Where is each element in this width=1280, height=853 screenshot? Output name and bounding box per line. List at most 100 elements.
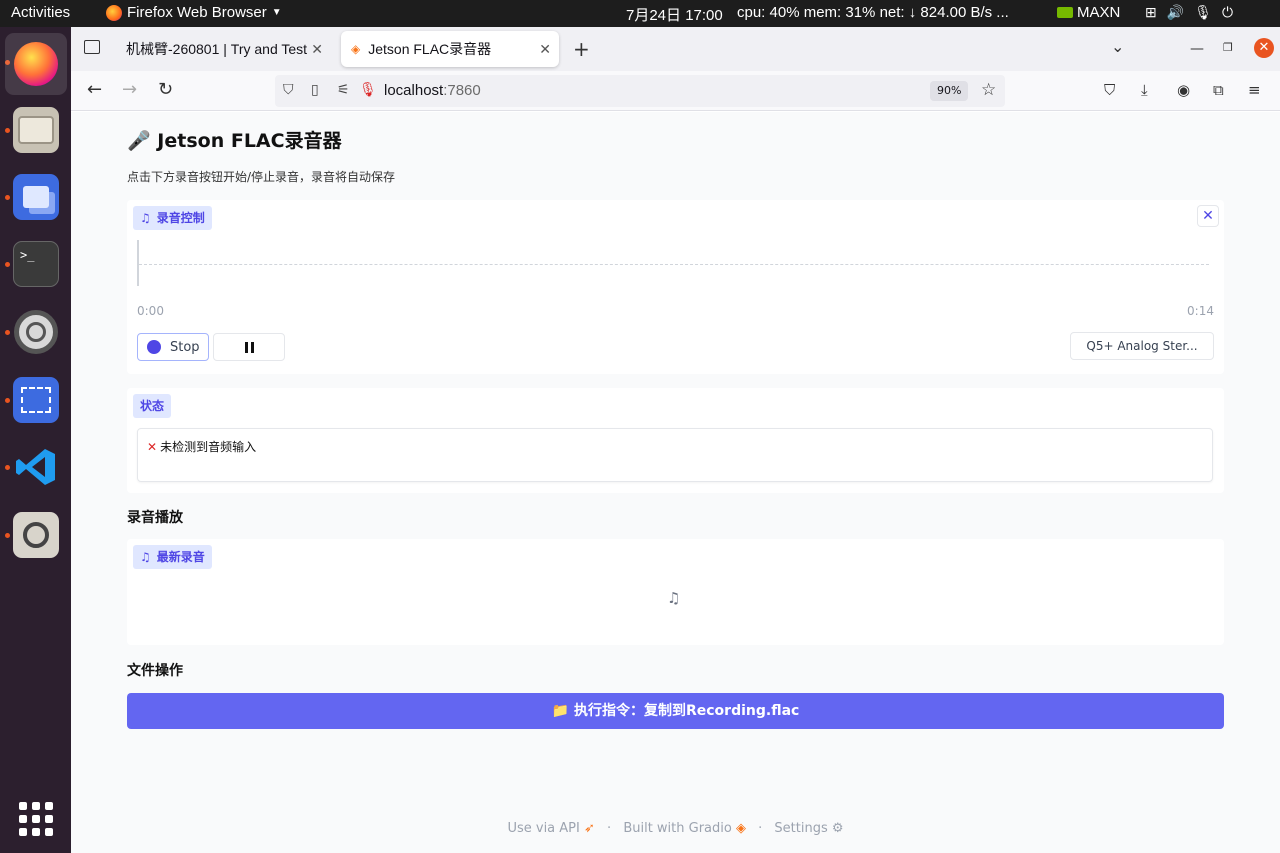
workspace-launcher[interactable] [13, 174, 59, 220]
playback-block: ♫ 最新录音 ♫ [127, 539, 1224, 645]
app-menu-label: Firefox Web Browser [127, 4, 267, 21]
app-menu[interactable]: Firefox Web Browser ▼ [106, 4, 282, 21]
zoom-indicator[interactable]: 90% [930, 81, 969, 101]
footer-dot: · [758, 821, 763, 836]
recorder-label-text: 录音控制 [156, 211, 205, 225]
recorder-block: ♫ 录音控制 ✕ 0:00 0:14 Stop Q5+ Analog Ster..… [127, 200, 1224, 374]
system-tray[interactable]: ⊞🔊🎙⏻ [1145, 4, 1243, 21]
input-device-select[interactable]: Q5+ Analog Ster... [1070, 332, 1214, 360]
browser-nav-bar: ← → ↻ ⛉ ▯ ⚟ 🎙 localhost:7860 90% ☆ ⛉ ⤓ ◉… [71, 71, 1280, 111]
gradio-logo-icon: ◈ [735, 821, 746, 836]
system-top-bar: Activities Firefox Web Browser ▼ 7月24日 1… [0, 0, 1280, 27]
terminal-icon: >_ [20, 248, 35, 262]
stop-label: Stop [170, 339, 200, 355]
download-icon[interactable]: ⤓ [1141, 81, 1148, 99]
close-icon[interactable]: ✕ [539, 41, 551, 58]
url-bar[interactable]: ⛉ ▯ ⚟ 🎙 localhost:7860 90% ☆ [275, 75, 1005, 107]
power-mode-label: MAXN [1077, 4, 1121, 21]
window-close-button[interactable]: ✕ [1254, 38, 1274, 58]
browser-tab-bar: 机械臂-260801 | Try and Test ✕ ◈ Jetson FLA… [71, 27, 1280, 71]
tab-title: 机械臂-260801 | Try and Test [126, 41, 308, 57]
gear-icon [14, 310, 58, 354]
power-mode-indicator[interactable]: MAXN [1057, 4, 1120, 21]
pause-record-button[interactable] [213, 333, 285, 361]
vscode-launcher[interactable] [13, 444, 59, 490]
microphone-in-use-icon[interactable]: 🎙 [359, 82, 377, 98]
firefox-icon [14, 42, 58, 86]
running-indicator [5, 195, 10, 200]
gradio-page: 🎤 Jetson FLAC录音器 点击下方录音按钮开始/停止录音，录音将自动保存… [71, 112, 1280, 853]
music-note-icon: ♫ [140, 211, 151, 225]
menu-icon[interactable]: ≡ [1248, 81, 1261, 99]
maximize-button[interactable]: ❐ [1223, 41, 1233, 54]
new-tab-button[interactable]: + [573, 37, 590, 61]
page-title-text: Jetson FLAC录音器 [157, 130, 342, 152]
settings-launcher[interactable] [13, 309, 59, 355]
url-host: localhost [384, 82, 444, 99]
url-text[interactable]: localhost:7860 [384, 82, 481, 99]
files-launcher[interactable] [13, 107, 59, 153]
waveform[interactable] [139, 264, 1209, 265]
playback-label: ♫ 最新录音 [133, 545, 212, 569]
tab-overflow-chevron-icon[interactable]: ⌄ [1111, 37, 1124, 56]
footer-dot: · [607, 821, 612, 836]
show-apps-button[interactable] [19, 802, 53, 836]
stop-record-button[interactable]: Stop [137, 333, 209, 361]
terminal-launcher[interactable]: >_ [13, 241, 59, 287]
running-indicator [5, 262, 10, 267]
page-description: 点击下方录音按钮开始/停止录音，录音将自动保存 [127, 170, 396, 184]
running-indicator [5, 330, 10, 335]
settings-label: Settings [774, 821, 828, 836]
account-icon[interactable]: ◉ [1177, 81, 1190, 99]
tab-title: Jetson FLAC录音器 [368, 41, 492, 57]
extensions-icon[interactable]: ⧉ [1213, 81, 1224, 99]
error-cross-icon: ✕ [147, 440, 158, 454]
back-button[interactable]: ← [87, 80, 102, 100]
clear-recording-button[interactable]: ✕ [1198, 206, 1218, 226]
clock[interactable]: 7月24日 17:00 [626, 4, 723, 25]
microphone-emoji-icon: 🎤 [127, 130, 151, 152]
folder-icon: 📁 [551, 703, 570, 719]
time-start: 0:00 [137, 304, 164, 318]
folder-icon [18, 116, 54, 144]
page-icon[interactable]: ▯ [311, 82, 319, 98]
activities-button[interactable]: Activities [11, 4, 70, 21]
tab-robot-arm[interactable]: 机械臂-260801 | Try and Test ✕ [116, 31, 331, 67]
power-icon: ⏻ [1221, 4, 1244, 20]
tab-list-icon[interactable] [84, 40, 100, 54]
nvidia-icon [1057, 7, 1073, 18]
bookmark-star-icon[interactable]: ☆ [981, 80, 996, 100]
recorder-label: ♫ 录音控制 [133, 206, 212, 230]
gradio-footer: Use via API ➶ · Built with Gradio ◈ · Se… [71, 821, 1280, 836]
page-title: 🎤 Jetson FLAC录音器 [127, 126, 342, 153]
gear-icon: ⚙ [831, 821, 844, 836]
status-label: 状态 [133, 394, 172, 418]
reload-button[interactable]: ↻ [158, 80, 173, 100]
vscode-icon [16, 449, 55, 485]
chevron-down-icon: ▼ [271, 7, 282, 18]
permissions-icon[interactable]: ⚟ [337, 82, 350, 98]
forward-button[interactable]: → [122, 80, 137, 100]
built-with-gradio-link[interactable]: Built with Gradio ◈ [623, 821, 746, 836]
screenshot-icon [21, 387, 51, 413]
music-note-icon: ♫ [140, 550, 151, 564]
close-icon[interactable]: ✕ [311, 41, 323, 58]
screenshot-launcher[interactable] [13, 377, 59, 423]
time-end: 0:14 [1187, 304, 1214, 318]
use-api-link[interactable]: Use via API ➶ [507, 821, 594, 836]
rocket-icon: ➶ [583, 821, 595, 836]
status-textbox[interactable]: ✕ 未检测到音频输入 [137, 428, 1213, 482]
pocket-icon[interactable]: ⛉ [1104, 81, 1115, 99]
use-api-label: Use via API [507, 821, 580, 836]
running-indicator [5, 128, 10, 133]
running-indicator [5, 465, 10, 470]
copy-recording-button[interactable]: 📁 执行指令：复制到Recording.flac [127, 693, 1224, 729]
settings-link[interactable]: Settings ⚙ [774, 821, 843, 836]
system-monitor[interactable]: cpu: 40% mem: 31% net: ↓ 824.00 B/s ... [737, 4, 1009, 21]
tab-jetson-flac[interactable]: ◈ Jetson FLAC录音器 ✕ [341, 31, 559, 67]
image-viewer-launcher[interactable] [13, 512, 59, 558]
running-indicator [5, 398, 10, 403]
shield-icon[interactable]: ⛉ [283, 82, 294, 98]
minimize-button[interactable]: — [1190, 41, 1204, 57]
firefox-launcher[interactable] [5, 33, 67, 95]
